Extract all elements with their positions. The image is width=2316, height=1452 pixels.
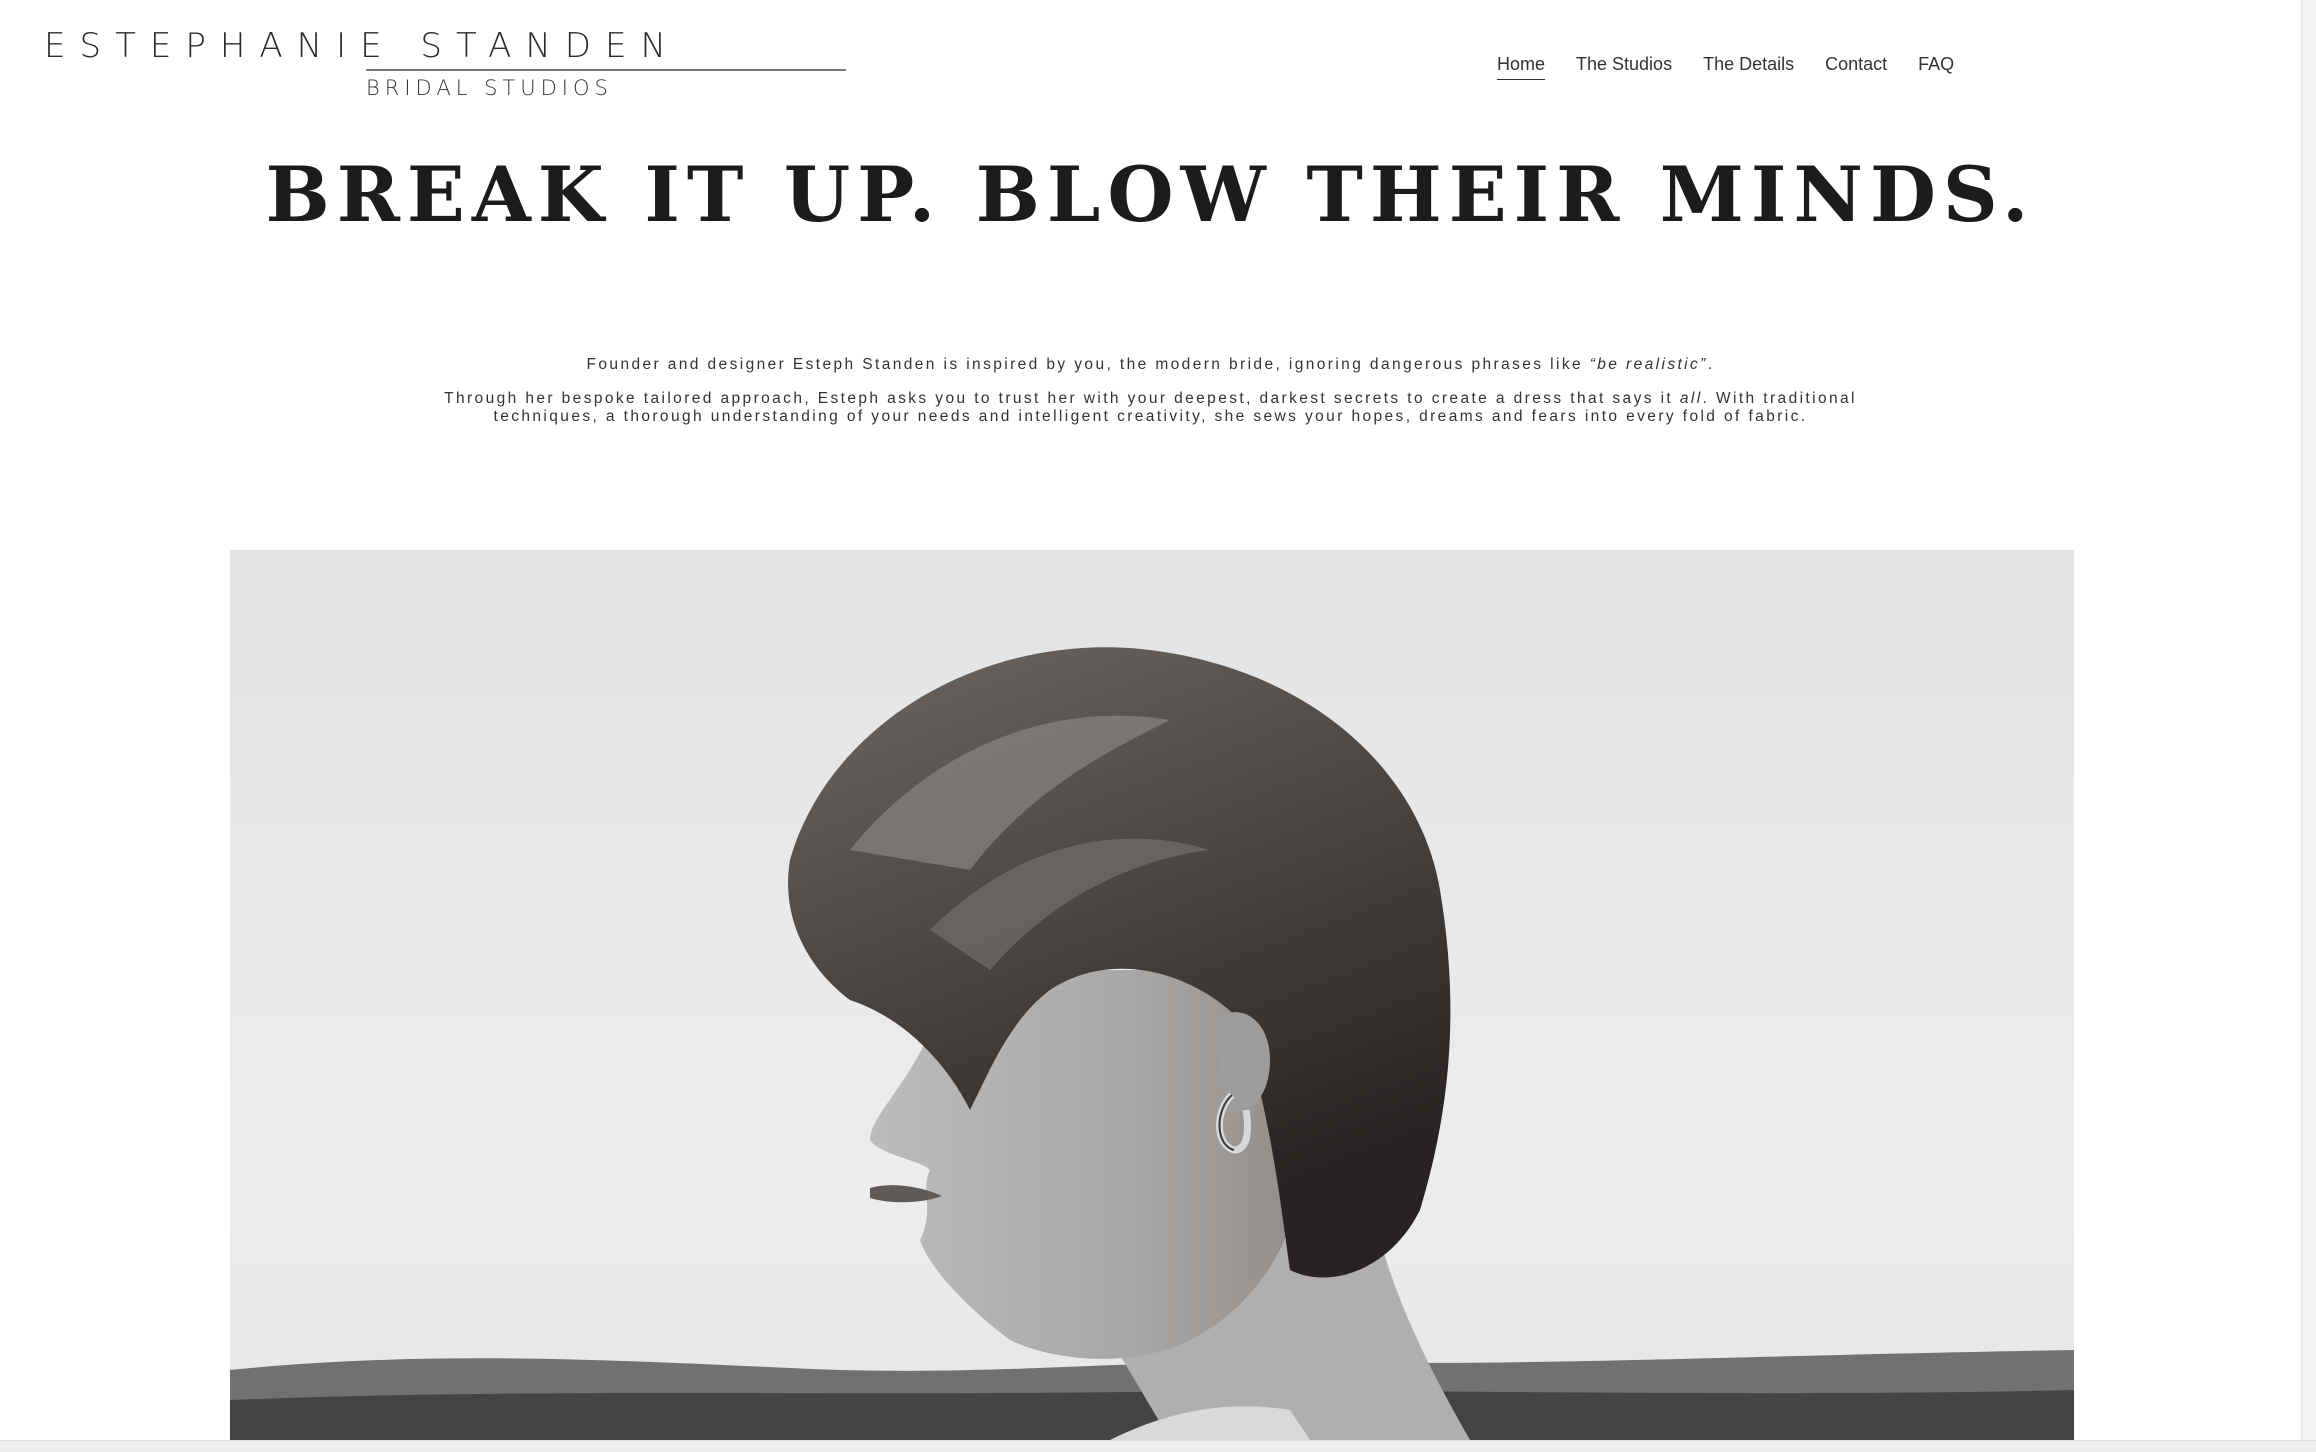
intro2-text-line2: techniques, a thorough understanding of … bbox=[493, 408, 1808, 425]
logo-tagline: BRIDAL STUDIOS bbox=[366, 76, 613, 100]
intro-text: Founder and designer Esteph Standen is i… bbox=[586, 356, 1590, 373]
horizontal-scrollbar[interactable] bbox=[0, 1440, 2316, 1452]
nav-item-home[interactable]: Home bbox=[1497, 54, 1546, 80]
logo-name: ESTEPHANIE STANDEN bbox=[44, 26, 680, 66]
page: ESTEPHANIE STANDEN BRIDAL STUDIOS Home T… bbox=[0, 0, 2316, 1452]
intro2-text-cont: . With traditional bbox=[1702, 390, 1857, 407]
nav-item-contact[interactable]: Contact bbox=[1825, 54, 1887, 80]
intro-text-end: . bbox=[1707, 356, 1715, 373]
intro-emphasis: “be realistic” bbox=[1589, 356, 1708, 373]
nav-item-faq[interactable]: FAQ bbox=[1918, 54, 1954, 80]
intro-paragraph-1: Founder and designer Esteph Standen is i… bbox=[0, 356, 2301, 374]
intro2-text: Through her bespoke tailored approach, E… bbox=[444, 390, 1680, 407]
nav-item-the-studios[interactable]: The Studios bbox=[1576, 54, 1672, 80]
hero-photo bbox=[230, 550, 2074, 1440]
intro-paragraph-2: Through her bespoke tailored approach, E… bbox=[0, 390, 2301, 426]
portrait-illustration bbox=[230, 550, 2074, 1440]
logo-divider bbox=[366, 69, 846, 71]
nav-item-the-details[interactable]: The Details bbox=[1703, 54, 1794, 80]
main-nav: Home The Studios The Details Contact FAQ bbox=[1497, 54, 1954, 80]
intro2-emphasis: all bbox=[1679, 390, 1703, 407]
hero-headline: BREAK IT UP. BLOW THEIR MINDS. bbox=[265, 150, 2036, 239]
vertical-scrollbar[interactable] bbox=[2301, 0, 2316, 1452]
